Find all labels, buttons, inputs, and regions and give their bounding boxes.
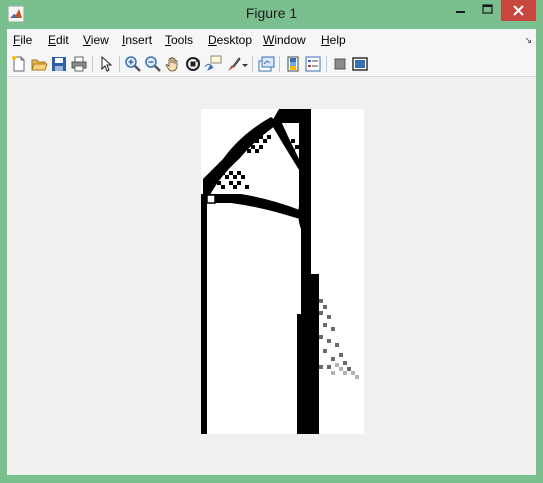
toolbar-separator — [119, 56, 120, 72]
menu-overflow-arrow-icon[interactable]: ↘ — [524, 35, 532, 46]
menu-view[interactable]: View — [83, 33, 109, 47]
figure-window: Figure 1 File Edit View Insert Tools Des… — [0, 0, 543, 483]
minimize-icon — [456, 11, 465, 13]
close-button[interactable] — [501, 0, 536, 21]
topology-image — [201, 109, 364, 434]
menu-help[interactable]: Help — [321, 33, 346, 47]
brush-dropdown-icon[interactable] — [241, 55, 249, 73]
insert-legend-icon[interactable] — [304, 55, 322, 73]
figure-axes-image[interactable] — [201, 109, 364, 434]
zoom-out-icon[interactable] — [144, 55, 162, 73]
link-plot-icon[interactable] — [257, 55, 275, 73]
zoom-in-icon[interactable] — [124, 55, 142, 73]
figure-client-area: File Edit View Insert Tools Desktop Wind… — [7, 29, 536, 475]
hide-plot-tools-icon[interactable] — [331, 55, 349, 73]
data-cursor-icon[interactable] — [204, 55, 222, 73]
rotate-3d-icon[interactable] — [184, 55, 202, 73]
toolbar-separator — [252, 56, 253, 72]
menu-file[interactable]: File — [13, 33, 32, 47]
show-plot-tools-icon[interactable] — [351, 55, 369, 73]
open-file-icon[interactable] — [30, 55, 48, 73]
edit-plot-arrow-icon[interactable] — [97, 55, 115, 73]
menu-desktop[interactable]: Desktop — [208, 33, 252, 47]
menu-window[interactable]: Window — [263, 33, 306, 47]
menu-bar: File Edit View Insert Tools Desktop Wind… — [7, 29, 536, 51]
figure-toolbar — [7, 51, 536, 77]
new-figure-icon[interactable] — [10, 55, 28, 73]
toolbar-separator — [326, 56, 327, 72]
toolbar-separator — [92, 56, 93, 72]
maximize-icon — [482, 4, 493, 14]
insert-colorbar-icon[interactable] — [284, 55, 302, 73]
toolbar-separator — [279, 56, 280, 72]
minimize-button[interactable] — [446, 0, 474, 21]
maximize-button[interactable] — [474, 0, 501, 21]
title-bar[interactable]: Figure 1 — [0, 0, 543, 29]
close-icon — [513, 5, 524, 16]
brush-icon[interactable] — [224, 55, 242, 73]
pan-hand-icon[interactable] — [164, 55, 182, 73]
menu-insert[interactable]: Insert — [122, 33, 152, 47]
menu-tools[interactable]: Tools — [165, 33, 193, 47]
save-icon[interactable] — [50, 55, 68, 73]
print-icon[interactable] — [70, 55, 88, 73]
menu-edit[interactable]: Edit — [48, 33, 69, 47]
